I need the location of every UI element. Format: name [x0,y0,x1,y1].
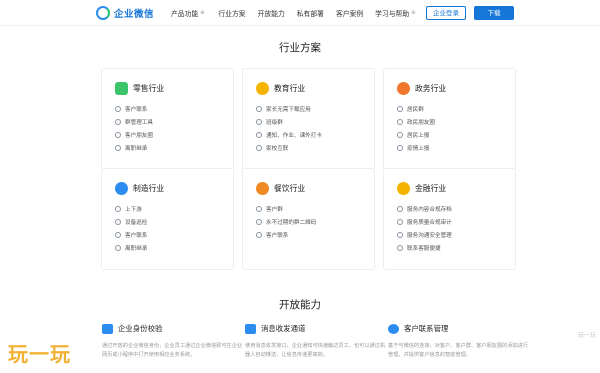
bullet-icon [115,118,121,125]
bullet-icon [115,144,121,151]
identity-icon [102,323,113,334]
list-item[interactable]: 家长无需下载应用 [256,102,322,115]
bullet-icon [397,218,403,225]
card-title: 金融行业 [415,184,447,193]
enterprise-login-button[interactable]: 企业登录 [426,6,466,20]
open-ability-title: 开放能力 [279,299,321,311]
bullet-icon [256,118,262,125]
bullet-icon [397,118,403,125]
bullet-icon [115,231,121,238]
list-item[interactable]: 服务沟通安全管理 [397,228,452,241]
chevron-down-icon: ⊕ [411,10,416,16]
card-title: 教育行业 [274,84,306,93]
ability-desc: 使用消息收发接口，企业通知可快速触达员工，也可以通过机器人自动推送，让信息传递更… [245,343,386,358]
bullet-icon [115,131,121,138]
list-item[interactable]: 居民群 [397,102,435,115]
menu-item-private-deploy[interactable]: 私有部署 [297,8,324,18]
menu-item-learning[interactable]: 学习与帮助 ⊕ [375,8,415,18]
list-item[interactable]: 客户联系 [256,228,316,241]
catering-icon [256,182,269,195]
list-item[interactable]: 设备巡检 [115,215,147,228]
chevron-down-icon: ⊕ [200,10,205,16]
message-icon [245,323,256,334]
bullet-icon [397,205,403,212]
solution-card-government[interactable]: 政务行业 居民群 政民朋友圈 居民上报 疫情上报 [383,68,516,170]
government-icon [397,82,410,95]
ability-customer[interactable]: 客户联系管理 基于与微信的连接，对客户、客户群、客户朋友圈的添加进行管理，并提供… [388,323,530,373]
list-item[interactable]: 政民朋友圈 [397,115,435,128]
card-title: 零售行业 [133,84,165,93]
menu-item-products[interactable]: 产品功能 ⊕ [171,8,204,18]
bullet-icon [115,244,121,251]
ability-title: 企业身份校验 [118,324,163,333]
solution-card-catering[interactable]: 餐饮行业 客户群 永不过期的群二维码 客户联系 [242,168,375,270]
list-item[interactable]: 永不过期的群二维码 [256,215,316,228]
list-item[interactable]: 班级群 [256,115,322,128]
ability-identity[interactable]: 企业身份校验 通过开放的企业微信身份，企业员工通过企业微信即可在企业网页或小程序… [102,323,244,373]
bullet-icon [256,144,262,151]
menu-item-cases[interactable]: 客户案例 [336,8,363,18]
solution-card-finance[interactable]: 金融行业 服务内容合规存档 服务质量合规审计 服务沟通安全管理 联系客服便捷 [383,168,516,270]
menu-item-solutions[interactable]: 行业方案 [218,8,245,18]
card-title: 餐饮行业 [274,184,306,193]
list-item[interactable]: 疫情上报 [397,141,435,154]
bullet-icon [397,231,403,238]
bullet-icon [397,244,403,251]
download-button[interactable]: 下载 [474,6,514,20]
ability-title: 消息收发通道 [261,324,306,333]
solution-card-education[interactable]: 教育行业 家长无需下载应用 班级群 通知、作业、课外打卡 家校互联 [242,68,375,170]
card-title: 政务行业 [415,84,447,93]
customer-icon [388,323,399,334]
bullet-icon [256,105,262,112]
logo-text: 企业微信 [114,9,155,20]
list-item[interactable]: 客户联系 [115,102,153,115]
bullet-icon [115,105,121,112]
list-item[interactable]: 离职继承 [115,141,153,154]
finance-icon [397,182,410,195]
list-item[interactable]: 家校互联 [256,141,322,154]
bullet-icon [256,205,262,212]
list-item[interactable]: 服务内容合规存档 [397,202,452,215]
card-title: 制造行业 [133,184,165,193]
bullet-icon [256,218,262,225]
bullet-icon [397,144,403,151]
bullet-icon [256,131,262,138]
ability-message[interactable]: 消息收发通道 使用消息收发接口，企业通知可快速触达员工，也可以通过机器人自动推送… [245,323,387,373]
solutions-title: 行业方案 [279,42,321,54]
logo[interactable]: 企业微信 [96,6,154,20]
list-item[interactable]: 客户联系 [115,228,147,241]
bullet-icon [115,218,121,225]
list-item[interactable]: 通知、作业、课外打卡 [256,128,322,141]
list-item[interactable]: 居民上报 [397,128,435,141]
watermark-corner: 玩一玩 [578,332,597,339]
watermark-logo: 玩一玩 [8,342,71,366]
menu-item-open-ability[interactable]: 开放能力 [258,8,285,18]
retail-icon [115,82,128,95]
list-item[interactable]: 离职继承 [115,241,147,254]
list-item[interactable]: 客户朋友圈 [115,128,153,141]
list-item[interactable]: 上下游 [115,202,147,215]
bullet-icon [397,105,403,112]
list-item[interactable]: 服务质量合规审计 [397,215,452,228]
list-item[interactable]: 群管理工具 [115,115,153,128]
top-nav: 企业微信 产品功能 ⊕ 行业方案 开放能力 私有部署 客户案例 学习与帮助 ⊕ 企业… [0,0,600,26]
ability-title: 客户联系管理 [404,324,449,333]
bullet-icon [397,131,403,138]
list-item[interactable]: 客户群 [256,202,316,215]
manufacturing-icon [115,182,128,195]
ability-desc: 基于与微信的连接，对客户、客户群、客户朋友圈的添加进行管理，并提供客户信息的智能… [388,343,529,358]
solution-card-manufacturing[interactable]: 制造行业 上下游 设备巡检 客户联系 离职继承 [101,168,234,270]
bullet-icon [256,231,262,238]
bullet-icon [115,205,121,212]
ability-desc: 通过开放的企业微信身份，企业员工通过企业微信即可在企业网页或小程序中打开使用相应… [102,343,243,358]
main-menu: 产品功能 ⊕ 行业方案 开放能力 私有部署 客户案例 学习与帮助 ⊕ [171,8,415,18]
solution-card-retail[interactable]: 零售行业 客户联系 群管理工具 客户朋友圈 离职继承 [101,68,234,170]
list-item[interactable]: 联系客服便捷 [397,241,452,254]
wecom-logo-icon [96,6,110,20]
education-icon [256,82,269,95]
